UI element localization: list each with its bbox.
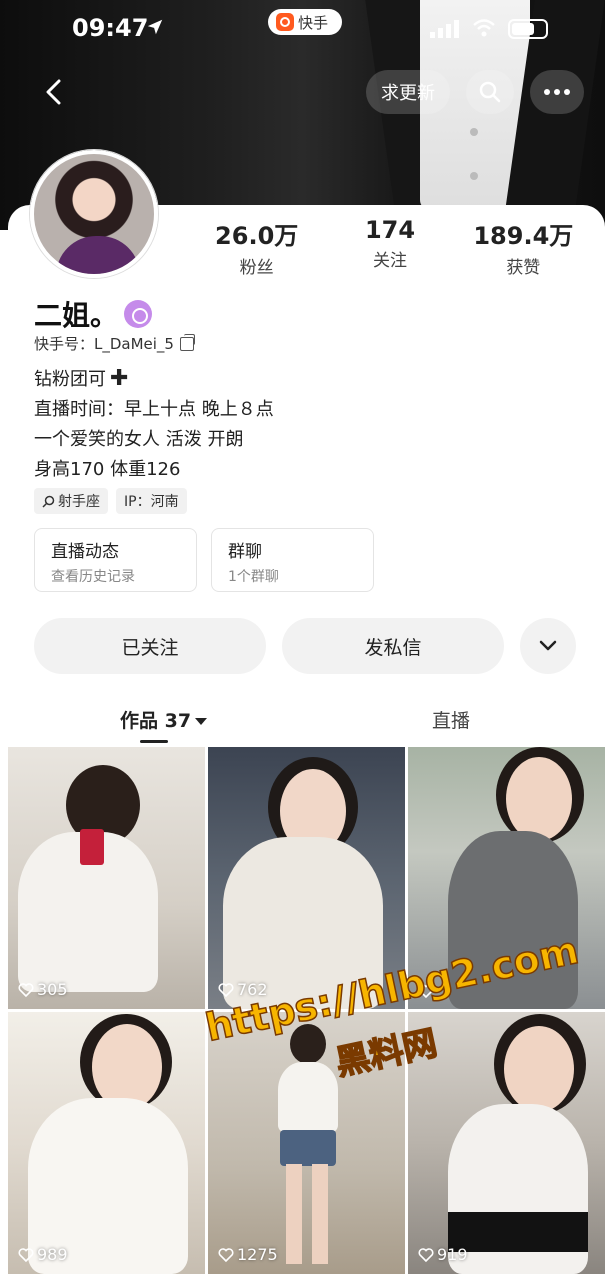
tab-live[interactable]: 直播 [432, 706, 470, 733]
heart-icon [418, 984, 434, 999]
wifi-icon [473, 19, 495, 37]
live-history-title: 直播动态 [51, 542, 119, 562]
like-count [418, 983, 437, 999]
status-time: 09:47 [72, 14, 149, 42]
like-count-value: 1275 [237, 1245, 278, 1264]
bio-line-4: 身高170 体重126 [34, 459, 181, 480]
stat-following[interactable]: 174 关注 [323, 216, 456, 276]
profile-bio: 钻粉团可 ✚ 直播时间：早上十点 晚上８点 一个爱笑的女人 活泼 开朗 身高170… [34, 364, 274, 485]
group-chat-card[interactable]: 群聊 1个群聊 [211, 528, 374, 592]
heart-icon [218, 1247, 234, 1262]
name-row: 二姐。 [34, 294, 153, 334]
like-count: 762 [218, 980, 268, 999]
search-tag-icon [42, 495, 55, 508]
profile-screen: 09:47 快手 求更新 26.0万 粉丝 174 关注 189.4万 获赞 二… [0, 0, 605, 1280]
live-history-subtitle: 查看历史记录 [51, 569, 135, 585]
tab-works[interactable]: 作品 37 [120, 706, 208, 733]
stat-likes-label: 获赞 [506, 258, 541, 278]
video-thumbnail[interactable]: 1275 [208, 1012, 405, 1274]
heart-icon [218, 982, 234, 997]
content-tabs: 作品 37 直播 [8, 700, 605, 746]
profile-name: 二姐。 [34, 299, 119, 332]
live-history-card[interactable]: 直播动态 查看历史记录 [34, 528, 197, 592]
tag-ip-location: IP：河南 [116, 488, 187, 514]
like-count: 305 [18, 980, 68, 999]
cellular-signal-icon [430, 20, 459, 38]
expand-button[interactable] [520, 618, 576, 674]
works-grid: 305 762 989 1275 919 [8, 747, 605, 1280]
kuaishou-id: 快手号：L_DaMei_5 [34, 335, 174, 353]
search-button[interactable] [466, 70, 514, 114]
bio-line-3: 一个爱笑的女人 活泼 开朗 [34, 429, 244, 450]
battery-icon [508, 19, 548, 39]
like-count-value: 919 [437, 1245, 468, 1264]
chevron-down-icon [539, 640, 557, 651]
bio-line-1: 钻粉团可 [34, 369, 106, 390]
video-thumbnail[interactable]: 919 [408, 1012, 605, 1274]
tab-works-label: 作品 [120, 710, 159, 732]
back-button[interactable] [32, 70, 76, 114]
heart-icon [18, 982, 34, 997]
send-message-button[interactable]: 发私信 [282, 618, 504, 674]
fan-badge-icon[interactable] [124, 300, 153, 328]
video-thumbnail[interactable]: 762 [208, 747, 405, 1009]
video-thumbnail[interactable] [408, 747, 605, 1009]
tab-works-count: 37 [164, 710, 192, 732]
search-icon [479, 81, 501, 103]
copy-icon[interactable] [179, 333, 195, 351]
like-count-value: 305 [37, 980, 68, 999]
active-tab-indicator [140, 740, 168, 743]
group-chat-subtitle: 1个群聊 [228, 569, 279, 585]
profile-actions: 已关注 发私信 [34, 618, 578, 674]
stat-following-label: 关注 [372, 251, 407, 271]
location-arrow-icon [147, 19, 163, 35]
caret-down-icon [195, 718, 208, 725]
kuaishou-app-pill[interactable]: 快手 [268, 9, 342, 35]
chevron-left-icon [46, 79, 61, 105]
stat-fans-label: 粉丝 [239, 258, 274, 278]
stat-fans[interactable]: 26.0万 粉丝 [190, 216, 323, 278]
stat-fans-value: 26.0万 [215, 222, 299, 250]
more-dots-icon [544, 89, 570, 95]
kuaishou-logo-icon [276, 13, 294, 31]
like-count: 919 [418, 1245, 468, 1264]
like-count-value: 989 [37, 1245, 68, 1264]
following-button[interactable]: 已关注 [34, 618, 266, 674]
heart-icon [418, 1247, 434, 1262]
kuaishou-id-row[interactable]: 快手号：L_DaMei_5 [34, 333, 195, 354]
plus-icon: ✚ [110, 366, 129, 391]
request-update-button[interactable]: 求更新 [366, 70, 450, 114]
like-count: 989 [18, 1245, 68, 1264]
profile-entries: 直播动态 查看历史记录 群聊 1个群聊 [34, 528, 374, 592]
stat-likes[interactable]: 189.4万 获赞 [457, 216, 590, 278]
more-options-button[interactable] [530, 70, 584, 114]
kuaishou-pill-label: 快手 [298, 13, 329, 32]
video-thumbnail[interactable]: 989 [8, 1012, 205, 1274]
profile-stats: 26.0万 粉丝 174 关注 189.4万 获赞 [190, 216, 590, 278]
avatar[interactable] [30, 150, 158, 278]
heart-icon [18, 1247, 34, 1262]
tag-zodiac-label: 射手座 [58, 494, 100, 510]
profile-tags: 射手座 IP：河南 [34, 488, 187, 514]
tag-zodiac: 射手座 [34, 488, 108, 514]
like-count: 1275 [218, 1245, 278, 1264]
stat-likes-value: 189.4万 [473, 222, 574, 250]
bio-line-2: 直播时间：早上十点 晚上８点 [34, 399, 274, 420]
video-thumbnail[interactable]: 305 [8, 747, 205, 1009]
stat-following-value: 174 [364, 216, 416, 244]
group-chat-title: 群聊 [228, 542, 262, 562]
like-count-value: 762 [237, 980, 268, 999]
status-bar: 09:47 快手 [0, 0, 605, 60]
tag-ip-label: IP：河南 [124, 494, 179, 510]
